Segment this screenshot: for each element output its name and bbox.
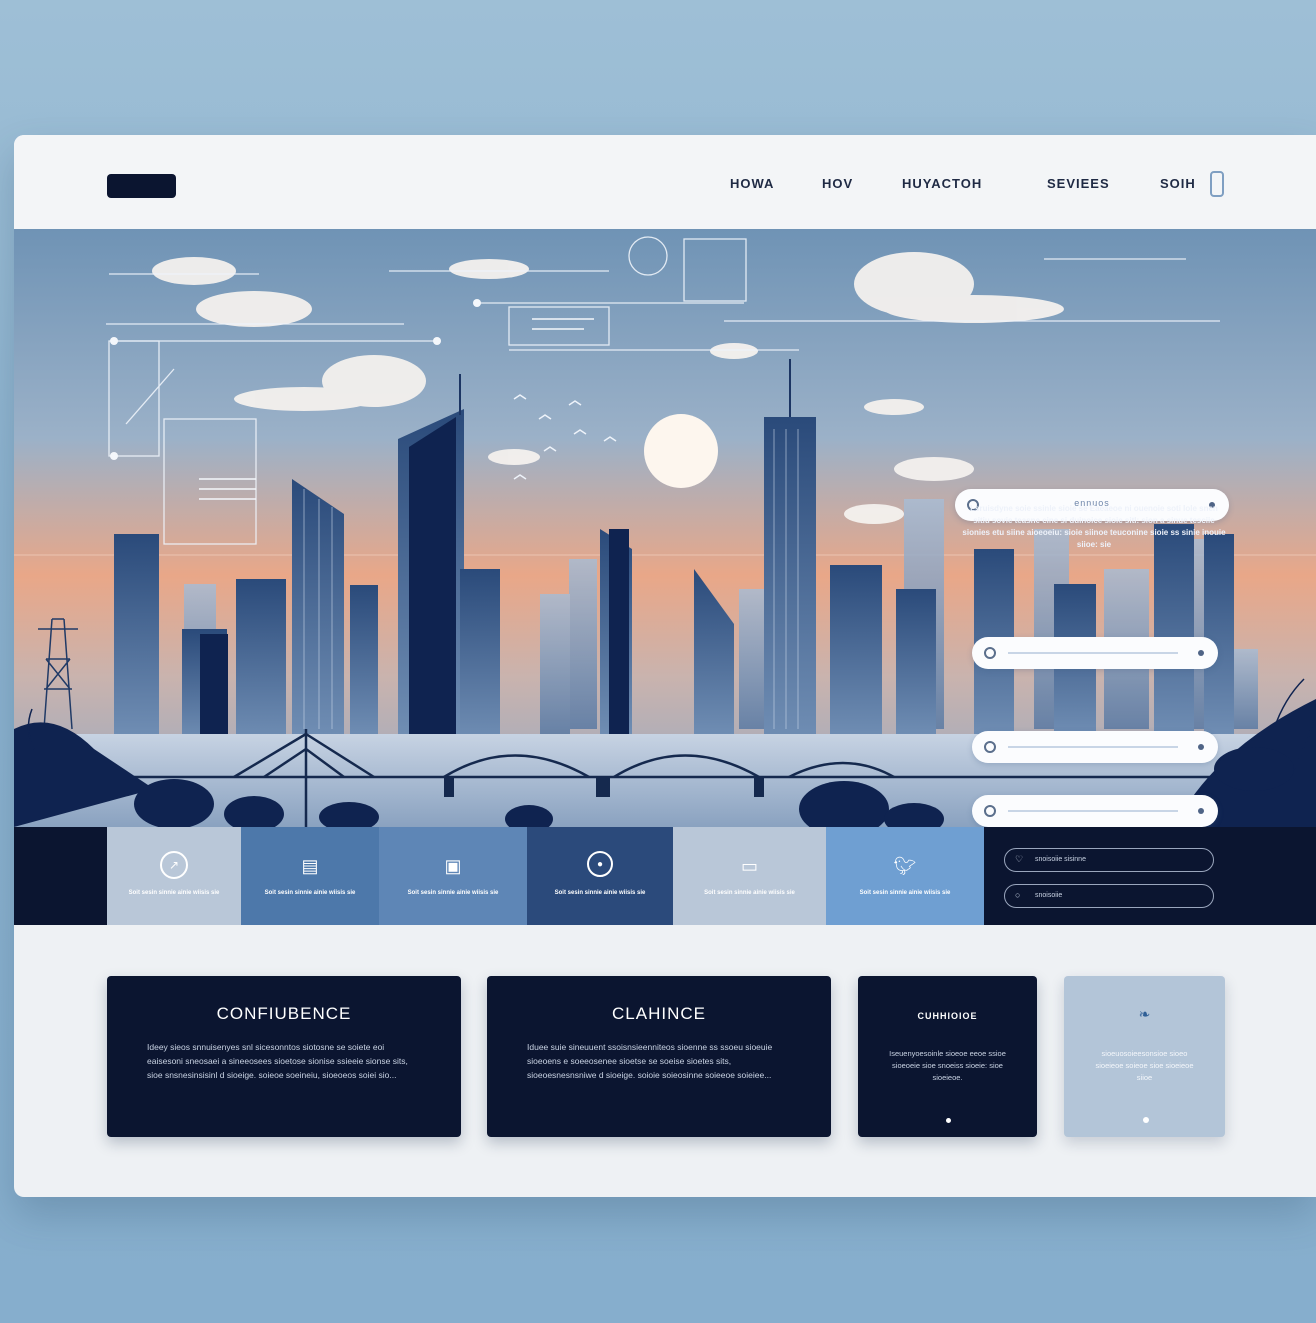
option-pill-1[interactable]	[972, 637, 1218, 669]
hero-banner: ennuos Lsruisdyne soie ssinle sioie se E…	[14, 229, 1316, 827]
card-text: Ideey sieos snnuisenyes snl sicesonntos …	[147, 1042, 408, 1080]
file-icon: ▣	[444, 855, 462, 876]
card-dot	[945, 1118, 951, 1123]
feature-tile-text: Soit sesin sinnie ainie wiisis sie	[264, 890, 356, 896]
card-dot	[1142, 1117, 1149, 1123]
nav-link-join[interactable]: SOIH	[1160, 176, 1196, 191]
compass-icon: ↗	[160, 851, 188, 879]
radio-icon	[984, 741, 996, 753]
strip-input-2[interactable]: ○ snoisoiie	[1004, 884, 1214, 908]
radio-icon	[984, 805, 996, 817]
feature-tile-2[interactable]: ▤ Soit sesin sinnie ainie wiisis sie	[241, 827, 379, 925]
strip-input-text: snoisoiie sisinne	[1035, 856, 1086, 863]
monitor-icon: ▭	[740, 855, 758, 876]
arrow-icon	[1198, 744, 1204, 750]
strip-input-1[interactable]: ♡ snoisoiie sisinne	[1004, 848, 1214, 872]
hero-description: Lsruisdyne soie ssinle sioie se Eaeaeoe …	[962, 504, 1226, 549]
search-icon: ○	[1015, 890, 1021, 900]
card-title: CLAHINCE	[612, 1004, 706, 1023]
document-icon: ▤	[301, 855, 319, 876]
option-pill-3[interactable]	[972, 795, 1218, 827]
feature-tile-6[interactable]: 🐦︎ Soit sesin sinnie ainie wiisis sie	[826, 827, 984, 925]
nav-link-how[interactable]: HOV	[822, 176, 853, 191]
feature-tile-1[interactable]: ↗ Soit sesin sinnie ainie wiisis sie	[107, 827, 241, 925]
card-text: sioeuosoieesonsioe sioeo sioeieoe soieoe…	[1095, 1049, 1194, 1082]
top-nav: HOWA HOV HUYACTOH SEVIEES SOIH	[14, 135, 1316, 229]
card-confidence[interactable]: CONFIUBENCE Ideey sieos snnuisenyes snl …	[107, 976, 461, 1137]
feature-strip: ↗ Soit sesin sinnie ainie wiisis sie ▤ S…	[14, 827, 1316, 925]
nav-link-home[interactable]: HOWA	[730, 176, 774, 191]
nav-link-services[interactable]: SEVIEES	[1047, 176, 1110, 191]
twitter-icon: 🐦︎	[893, 855, 917, 876]
feature-tile-text: Soit sesin sinnie ainie wiisis sie	[859, 890, 951, 896]
menu-icon[interactable]	[1210, 171, 1224, 197]
browser-window: HOWA HOV HUYACTOH SEVIEES SOIH ennuos Ls…	[14, 135, 1316, 1197]
feature-tile-text: Soit sesin sinnie ainie wiisis sie	[704, 890, 795, 896]
radio-icon	[984, 647, 996, 659]
feature-tile-text: Soit sesin sinnie ainie wiisis sie	[128, 890, 220, 896]
feature-tile-3[interactable]: ▣ Soit sesin sinnie ainie wiisis sie	[379, 827, 527, 925]
nav-links: HOWA HOV HUYACTOH SEVIEES SOIH	[14, 176, 1316, 196]
card-title: CONFIUBENCE	[216, 1004, 352, 1023]
heart-icon: ♡	[1015, 854, 1024, 864]
feature-tile-4[interactable]: ● Soit sesin sinnie ainie wiisis sie	[527, 827, 673, 925]
circle-icon: ●	[587, 851, 613, 877]
card-community[interactable]: CUHHIOIOE Iseuenyoesoinle sioeoe eeoe ss…	[858, 976, 1037, 1137]
card-light[interactable]: ❧ sioeuosoieesonsioe sioeo sioeieoe soie…	[1064, 976, 1225, 1137]
arrow-icon	[1198, 808, 1204, 814]
card-title: CUHHIOIOE	[917, 1011, 978, 1021]
option-pill-2[interactable]	[972, 731, 1218, 763]
sun	[644, 414, 718, 488]
strip-input-text: snoisoiie	[1035, 892, 1063, 899]
feature-tile-text: Soit sesin sinnie ainie wiisis sie	[407, 890, 499, 896]
feature-tile-5[interactable]: ▭ Soit sesin sinnie ainie wiisis sie	[673, 827, 826, 925]
card-text: Iseuenyoesoinle sioeoe eeoe ssioe sioeoe…	[889, 1049, 1006, 1082]
nav-link-about[interactable]: HUYACTOH	[902, 176, 982, 191]
card-challenge[interactable]: CLAHINCE Iduee suie sineuuent ssoisnsiee…	[487, 976, 831, 1137]
bird-icon: ❧	[1138, 1006, 1151, 1022]
feature-tile-text: Soit sesin sinnie ainie wiisis sie	[554, 890, 646, 896]
card-text: Iduee suie sineuuent ssoisnsieenniteos s…	[527, 1042, 773, 1080]
arrow-icon	[1198, 650, 1204, 656]
